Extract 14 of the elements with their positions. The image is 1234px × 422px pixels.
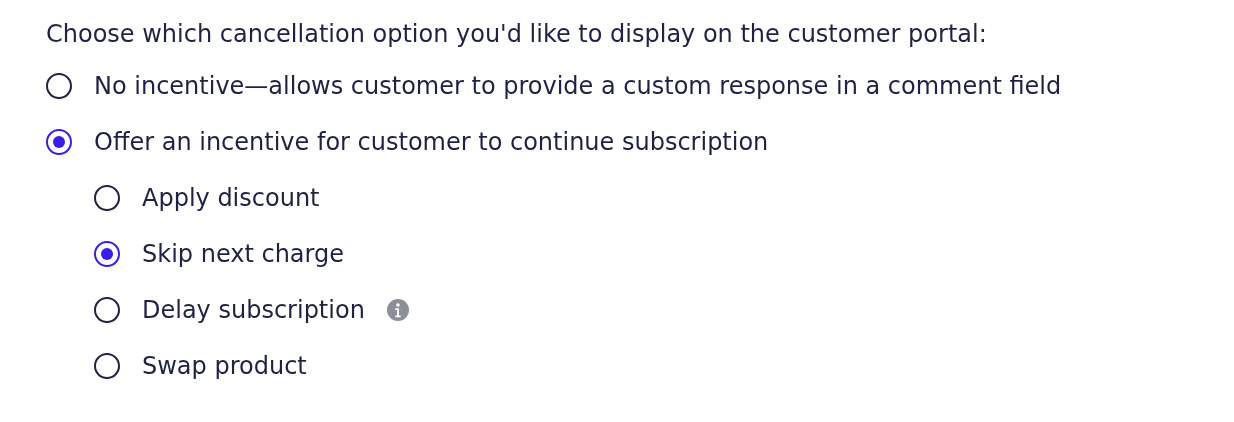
option-label[interactable]: Skip next charge: [142, 239, 345, 269]
option-label[interactable]: No incentive—allows customer to provide a custom response in a comment field: [94, 71, 1062, 101]
radio-button[interactable]: [94, 297, 120, 323]
option-label[interactable]: Swap product: [142, 351, 307, 381]
option-label[interactable]: Delay subscription: [142, 295, 365, 325]
info-icon[interactable]: [386, 299, 409, 321]
prompt-text: Choose which cancellation option you'd like to display on the customer portal:: [46, 19, 988, 50]
radio-button[interactable]: [94, 241, 120, 267]
radio-button[interactable]: [94, 185, 120, 211]
option-label[interactable]: Offer an incentive for customer to continue subscription: [94, 127, 769, 157]
option-label[interactable]: Apply discount: [142, 183, 320, 213]
radio-button[interactable]: [46, 73, 72, 99]
radio-button[interactable]: [46, 129, 72, 155]
radio-button[interactable]: [94, 353, 120, 379]
